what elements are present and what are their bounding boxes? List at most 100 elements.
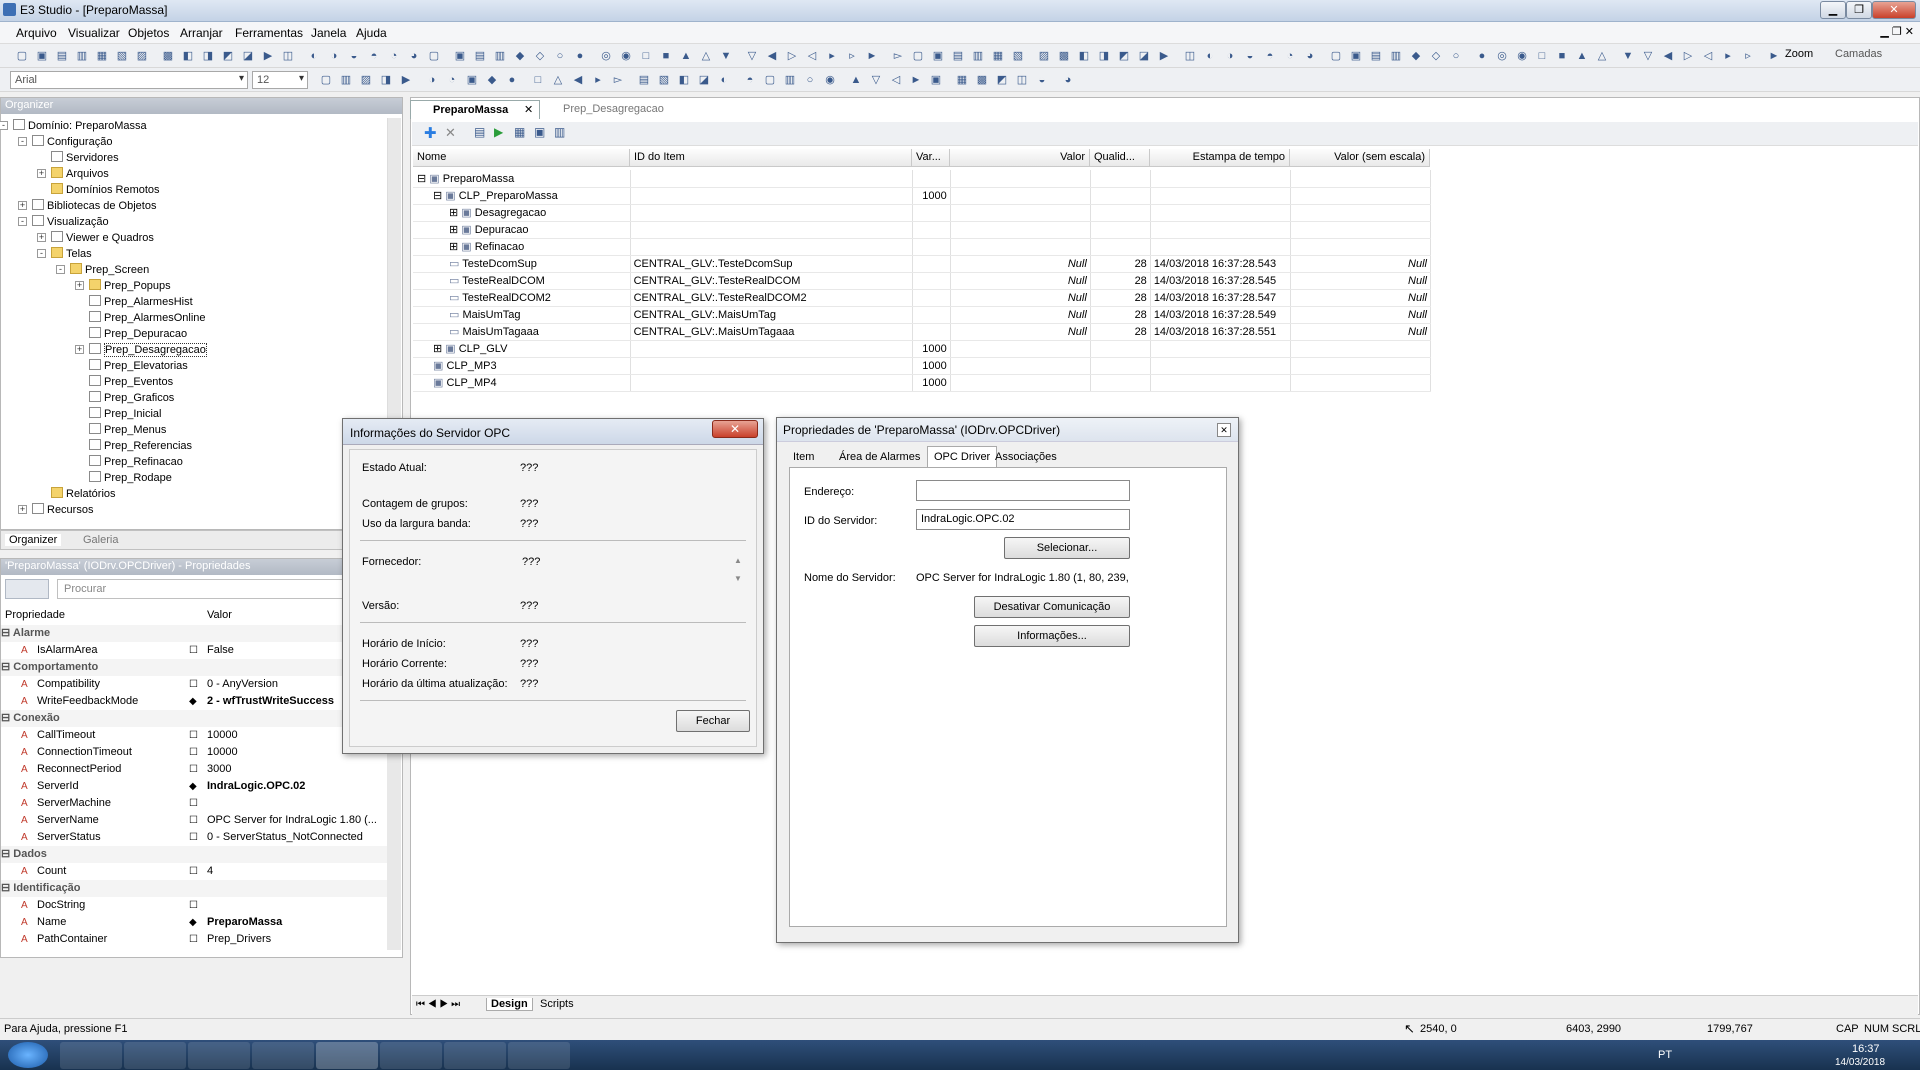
tab-design[interactable]: Design: [486, 998, 533, 1011]
property-flag-icon[interactable]: ☐: [189, 744, 198, 761]
property-row[interactable]: A ServerId ◆ IndraLogic.OPC.02: [1, 778, 387, 795]
taskbar-explorer[interactable]: [124, 1042, 186, 1069]
toolbar-icon[interactable]: □: [638, 48, 654, 64]
delete-icon[interactable]: ✕: [445, 125, 456, 141]
toolbar-icon[interactable]: ▩: [160, 48, 176, 64]
toolbar-icon[interactable]: ◇: [1428, 48, 1444, 64]
toolbar-icon[interactable]: ▸: [824, 48, 840, 64]
property-category[interactable]: ⊟ Dados: [1, 846, 387, 863]
toolbar-icon[interactable]: ○: [1448, 48, 1464, 64]
desativar-comunicacao-button[interactable]: Desativar Comunicação: [974, 596, 1130, 618]
maximize-button[interactable]: ❐: [1846, 1, 1872, 19]
tree-item[interactable]: Prep_Inicial: [89, 406, 161, 422]
column-header[interactable]: ID do Item: [630, 149, 912, 167]
collapse-icon[interactable]: -: [56, 265, 65, 274]
toolbar-icon[interactable]: ▦: [990, 48, 1006, 64]
format-toolbar-icon[interactable]: ▥: [338, 72, 354, 88]
menu-arquivo[interactable]: Arquivo: [16, 26, 57, 40]
format-toolbar-icon[interactable]: □: [530, 72, 546, 88]
format-toolbar-icon[interactable]: ▩: [974, 72, 990, 88]
toolbar-icon[interactable]: ▻: [890, 48, 906, 64]
toolbar-icon[interactable]: ▣: [1348, 48, 1364, 64]
table-row[interactable]: ▭ TesteDcomSup CENTRAL_GLV:.TesteDcomSup N…: [413, 255, 1432, 273]
toolbar-icon[interactable]: ◐: [306, 48, 322, 64]
format-toolbar-icon[interactable]: ◓: [742, 72, 758, 88]
tree-item[interactable]: Prep_Refinacao: [89, 454, 183, 470]
toolbar-icon[interactable]: ◪: [240, 48, 256, 64]
toolbar-icon[interactable]: ►: [1766, 48, 1782, 64]
toolbar-icon[interactable]: ▣: [930, 48, 946, 64]
tree-item[interactable]: - Configuração: [18, 134, 112, 150]
format-toolbar-icon[interactable]: ▥: [782, 72, 798, 88]
driver-properties-close-icon[interactable]: ✕: [1217, 423, 1231, 437]
start-button[interactable]: [8, 1042, 48, 1068]
collapse-icon[interactable]: -: [0, 121, 8, 130]
tree-item[interactable]: Servidores: [51, 150, 119, 166]
property-value[interactable]: 3000: [207, 761, 231, 778]
taskbar-app-1[interactable]: [380, 1042, 442, 1069]
toolbar-icon[interactable]: ▣: [452, 48, 468, 64]
format-toolbar-icon[interactable]: ►: [908, 72, 924, 88]
toolbar-icon[interactable]: ◨: [1096, 48, 1112, 64]
format-toolbar-icon[interactable]: ▦: [954, 72, 970, 88]
property-value[interactable]: PreparoMassa: [207, 914, 282, 931]
property-value[interactable]: 2 - wfTrustWriteSuccess: [207, 693, 334, 710]
collapse-icon[interactable]: ⊟: [1, 627, 13, 639]
format-toolbar-icon[interactable]: ▸: [590, 72, 606, 88]
doctab-preparomassa[interactable]: PreparoMassa: [410, 100, 540, 119]
menu-visualizar[interactable]: Visualizar: [68, 26, 120, 40]
tree-item[interactable]: Relatórios: [51, 486, 116, 502]
property-row[interactable]: A ServerMachine ☐: [1, 795, 387, 812]
column-header[interactable]: Valor: [950, 149, 1090, 167]
tab-associacoes[interactable]: Associações: [995, 451, 1057, 463]
property-row[interactable]: A ServerStatus ☐ 0 - ServerStatus_NotConnec…: [1, 829, 387, 846]
expand-icon[interactable]: ⊞: [449, 207, 461, 219]
toolbar-icon[interactable]: ◎: [1494, 48, 1510, 64]
tree-item[interactable]: - Domínio: PreparoMassa: [0, 118, 147, 134]
toolbar-icon[interactable]: ◕: [406, 48, 422, 64]
toolbar-icon[interactable]: ◩: [220, 48, 236, 64]
tag-icon[interactable]: ▤: [474, 125, 485, 139]
toolbar-icon[interactable]: ◁: [804, 48, 820, 64]
toolbar-icon[interactable]: ◀: [764, 48, 780, 64]
format-toolbar-icon[interactable]: ◆: [484, 72, 500, 88]
nav-arrows-icon[interactable]: ⏮ ◀ ▶ ⏭: [416, 999, 460, 1010]
property-flag-icon[interactable]: ☐: [189, 863, 198, 880]
format-toolbar-icon[interactable]: ▢: [762, 72, 778, 88]
selecionar-button[interactable]: Selecionar...: [1004, 537, 1130, 559]
toolbar-icon[interactable]: ▸: [1720, 48, 1736, 64]
informacoes-button[interactable]: Informações...: [974, 625, 1130, 647]
expand-icon[interactable]: +: [37, 233, 46, 242]
format-toolbar-icon[interactable]: ◀: [570, 72, 586, 88]
property-row[interactable]: A ReconnectPeriod ☐ 3000: [1, 761, 387, 778]
toolbar-icon[interactable]: ▶: [1156, 48, 1172, 64]
opc-info-close-icon[interactable]: ✕: [712, 420, 758, 438]
tree-item[interactable]: Prep_Referencias: [89, 438, 192, 454]
close-doctab-icon[interactable]: ✕: [524, 103, 533, 116]
toolbar-icon[interactable]: ◐: [1202, 48, 1218, 64]
collapse-icon[interactable]: ⊟: [1, 712, 13, 724]
property-flag-icon[interactable]: ◆: [189, 914, 197, 931]
layers-menu[interactable]: Camadas: [1835, 48, 1882, 60]
toolbar-icon[interactable]: ◆: [1408, 48, 1424, 64]
toolbar-icon[interactable]: ▢: [426, 48, 442, 64]
property-flag-icon[interactable]: ☐: [189, 795, 198, 812]
table-row[interactable]: ▣ CLP_MP3 1000: [413, 357, 1432, 375]
column-header[interactable]: Var...: [912, 149, 950, 167]
property-row[interactable]: A ConnectionTimeout ☐ 10000: [1, 744, 387, 761]
menu-janela[interactable]: Janela: [311, 26, 346, 40]
toolbar-icon[interactable]: ●: [572, 48, 588, 64]
collapse-icon[interactable]: -: [18, 217, 27, 226]
expand-icon[interactable]: ⊞: [449, 224, 461, 236]
toolbar-icon[interactable]: ▩: [1056, 48, 1072, 64]
property-value[interactable]: 4: [207, 863, 213, 880]
table-row[interactable]: ▭ MaisUmTagaaa CENTRAL_GLV:.MaisUmTagaaa N…: [413, 323, 1432, 341]
tree-item[interactable]: - Telas: [37, 246, 92, 262]
font-size-select[interactable]: 12: [252, 71, 308, 89]
collapse-icon[interactable]: -: [37, 249, 46, 258]
property-value[interactable]: IndraLogic.OPC.02: [207, 778, 305, 795]
property-flag-icon[interactable]: ☐: [189, 727, 198, 744]
toolbar-icon[interactable]: ◆: [512, 48, 528, 64]
property-category[interactable]: ⊟ Comportamento: [1, 659, 387, 676]
toolbar-icon[interactable]: ◉: [618, 48, 634, 64]
